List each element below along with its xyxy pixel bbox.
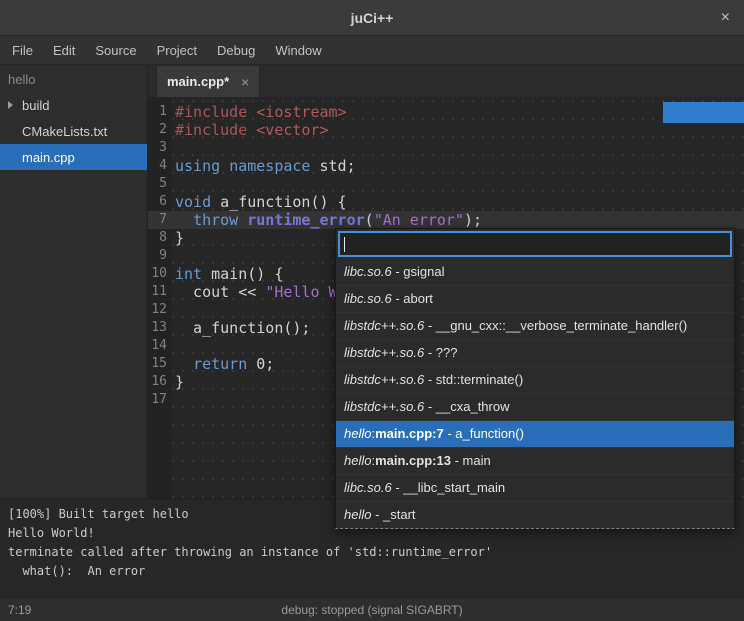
line-number[interactable]: 8 [148,229,172,247]
output-line: what(): An error [8,562,736,581]
backtrace-item[interactable]: hello - _start [336,501,734,528]
code-text: cout << "Hello W [172,283,338,301]
code-line-4[interactable]: 4using namespace std; [148,157,744,175]
code-line-3[interactable]: 3 [148,139,744,157]
code-line-5[interactable]: 5 [148,175,744,193]
line-number[interactable]: 13 [148,319,172,337]
line-number[interactable]: 12 [148,301,172,319]
backtrace-item[interactable]: hello:main.cpp:7 - a_function() [336,420,734,447]
line-number[interactable]: 17 [148,391,172,409]
scrollbar-thumb[interactable] [663,102,744,123]
menu-project[interactable]: Project [147,43,207,58]
tab-close-icon[interactable]: × [241,75,249,89]
sidebar-item-cmakelists-txt[interactable]: CMakeLists.txt [0,118,147,144]
expander-icon[interactable] [8,101,13,109]
line-number[interactable]: 16 [148,373,172,391]
tabbar: main.cpp* × [148,65,744,98]
output-line: terminate called after throwing an insta… [8,543,736,562]
backtrace-item[interactable]: libstdc++.so.6 - ??? [336,339,734,366]
backtrace-item[interactable]: libc.so.6 - abort [336,285,734,312]
window-title: juCi++ [351,10,394,26]
line-number[interactable]: 7 [148,211,172,229]
code-text: } [172,229,184,247]
app-window: juCi++ × FileEditSourceProjectDebugWindo… [0,0,744,621]
backtrace-item[interactable]: libc.so.6 - __libc_start_main [336,474,734,501]
menu-debug[interactable]: Debug [207,43,265,58]
statusbar: 7:19 debug: stopped (signal SIGABRT) [0,597,744,621]
code-text: #include <iostream> [172,103,347,121]
line-number[interactable]: 3 [148,139,172,157]
sidebar-item-label: main.cpp [22,150,75,165]
menu-source[interactable]: Source [85,43,146,58]
code-text: using namespace std; [172,157,356,175]
sidebar-item-build[interactable]: build [0,92,147,118]
titlebar: juCi++ × [0,0,744,36]
code-text: throw runtime_error("An error"); [172,211,482,229]
line-number[interactable]: 2 [148,121,172,139]
line-number[interactable]: 6 [148,193,172,211]
code-text: void a_function() { [172,193,347,211]
file-tree: build CMakeLists.txt main.cpp [0,92,147,170]
backtrace-popup: libc.so.6 - gsignallibc.so.6 - abortlibs… [335,228,735,529]
code-text: return 0; [172,355,274,373]
code-text [172,139,175,157]
line-number[interactable]: 4 [148,157,172,175]
menu-window[interactable]: Window [265,43,331,58]
tab-main-cpp[interactable]: main.cpp* × [156,65,260,97]
line-number[interactable]: 1 [148,103,172,121]
backtrace-item[interactable]: libc.so.6 - gsignal [336,259,734,285]
code-text [172,175,175,193]
code-text: } [172,373,184,391]
code-text [172,337,175,355]
sidebar-item-main-cpp[interactable]: main.cpp [0,144,147,170]
text-caret [344,237,345,252]
backtrace-list: libc.so.6 - gsignallibc.so.6 - abortlibs… [336,259,734,528]
sidebar-item-label: CMakeLists.txt [22,124,107,139]
code-line-1[interactable]: 1#include <iostream> [148,103,744,121]
line-number[interactable]: 11 [148,283,172,301]
menu-file[interactable]: File [2,43,43,58]
popup-search-input[interactable] [338,231,732,257]
code-text: int main() { [172,265,283,283]
code-line-6[interactable]: 6void a_function() { [148,193,744,211]
line-number[interactable]: 10 [148,265,172,283]
backtrace-item[interactable]: libstdc++.so.6 - __gnu_cxx::__verbose_te… [336,312,734,339]
project-label: hello [0,65,147,92]
code-text [172,391,175,409]
menubar: FileEditSourceProjectDebugWindow [0,36,744,65]
line-number[interactable]: 9 [148,247,172,265]
backtrace-item[interactable]: hello:main.cpp:13 - main [336,447,734,474]
line-number[interactable]: 14 [148,337,172,355]
code-text [172,301,175,319]
window-close-button[interactable]: × [721,10,730,26]
line-number[interactable]: 5 [148,175,172,193]
code-text [172,247,175,265]
sidebar-item-label: build [22,98,49,113]
backtrace-item[interactable]: libstdc++.so.6 - std::terminate() [336,366,734,393]
project-sidebar: hello build CMakeLists.txt main.cpp [0,65,148,498]
tab-label: main.cpp* [167,74,229,89]
code-line-2[interactable]: 2#include <vector> [148,121,744,139]
code-text: #include <vector> [172,121,329,139]
debug-status: debug: stopped (signal SIGABRT) [0,603,744,617]
code-line-7[interactable]: 7 throw runtime_error("An error"); [148,211,744,229]
code-text: a_function(); [172,319,310,337]
menu-edit[interactable]: Edit [43,43,85,58]
line-number[interactable]: 15 [148,355,172,373]
backtrace-item[interactable]: libstdc++.so.6 - __cxa_throw [336,393,734,420]
